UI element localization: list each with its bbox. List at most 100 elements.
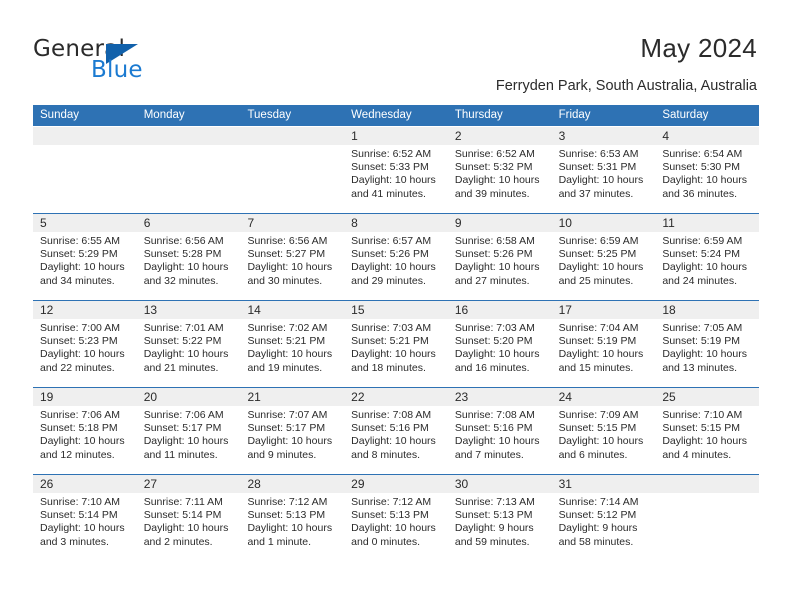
- day-number[interactable]: 3: [552, 127, 656, 145]
- day-number-row: 26 27 28 29 30 31: [33, 475, 759, 493]
- day-number[interactable]: 7: [240, 214, 344, 232]
- day-number[interactable]: 25: [655, 388, 759, 406]
- day-detail-row: Sunrise: 7:00 AM Sunset: 5:23 PM Daylight:…: [33, 319, 759, 387]
- sunset-text: Sunset: 5:31 PM: [558, 161, 637, 174]
- day-number[interactable]: 24: [552, 388, 656, 406]
- daylight-text: Daylight: 10 hours and 12 minutes.: [40, 435, 125, 461]
- day-number-row: 1234: [33, 127, 759, 145]
- day-cell[interactable]: Sunrise: 7:05 AM Sunset: 5:19 PM Daylight:…: [655, 319, 759, 387]
- day-cell[interactable]: Sunrise: 7:03 AM Sunset: 5:21 PM Daylight:…: [344, 319, 448, 387]
- sunset-text: Sunset: 5:19 PM: [558, 335, 637, 348]
- day-number[interactable]: 2: [448, 127, 552, 145]
- day-cell[interactable]: Sunrise: 7:12 AM Sunset: 5:13 PM Daylight:…: [240, 493, 344, 561]
- day-cell[interactable]: Sunrise: 7:07 AM Sunset: 5:17 PM Daylight:…: [240, 406, 344, 474]
- day-cell[interactable]: Sunrise: 7:06 AM Sunset: 5:18 PM Daylight:…: [33, 406, 137, 474]
- sunrise-text: Sunrise: 7:01 AM: [143, 322, 224, 334]
- day-cell[interactable]: Sunrise: 6:56 AM Sunset: 5:27 PM Daylight:…: [240, 232, 344, 300]
- day-number[interactable]: 20: [137, 388, 241, 406]
- sunrise-text: Sunrise: 6:56 AM: [247, 235, 328, 247]
- day-cell[interactable]: Sunrise: 7:10 AM Sunset: 5:15 PM Daylight:…: [655, 406, 759, 474]
- sunset-text: Sunset: 5:27 PM: [247, 248, 326, 261]
- weekday-header-row: Sunday Monday Tuesday Wednesday Thursday…: [33, 105, 759, 126]
- day-cell[interactable]: Sunrise: 6:52 AM Sunset: 5:33 PM Daylight:…: [344, 145, 448, 213]
- sunrise-text: Sunrise: 7:08 AM: [454, 409, 535, 421]
- day-number[interactable]: 15: [344, 301, 448, 319]
- day-cell[interactable]: Sunrise: 7:08 AM Sunset: 5:16 PM Daylight:…: [448, 406, 552, 474]
- day-cell[interactable]: Sunrise: 6:59 AM Sunset: 5:24 PM Daylight:…: [655, 232, 759, 300]
- day-cell[interactable]: Sunrise: 7:10 AM Sunset: 5:14 PM Daylight:…: [33, 493, 137, 561]
- day-number[interactable]: 26: [33, 475, 137, 493]
- day-cell[interactable]: Sunrise: 6:58 AM Sunset: 5:26 PM Daylight:…: [448, 232, 552, 300]
- day-detail-row: Sunrise: 6:55 AM Sunset: 5:29 PM Daylight:…: [33, 232, 759, 300]
- sunrise-text: Sunrise: 7:09 AM: [558, 409, 639, 421]
- calendar-week-row: 12 13 14 15 16 17 18 Sunrise: 7:00 AM Sunset: 5:…: [33, 300, 759, 387]
- day-cell[interactable]: Sunrise: 7:01 AM Sunset: 5:22 PM Daylight:…: [137, 319, 241, 387]
- day-number[interactable]: 19: [33, 388, 137, 406]
- sunrise-text: Sunrise: 7:12 AM: [351, 496, 432, 508]
- day-number[interactable]: 17: [552, 301, 656, 319]
- day-number-row: 5 6 7 8 9 10 11: [33, 214, 759, 232]
- day-cell[interactable]: Sunrise: 7:14 AM Sunset: 5:12 PM Daylight:…: [552, 493, 656, 561]
- day-cell[interactable]: Sunrise: 7:08 AM Sunset: 5:16 PM Daylight:…: [344, 406, 448, 474]
- day-number[interactable]: 11: [655, 214, 759, 232]
- sunrise-text: Sunrise: 6:59 AM: [662, 235, 743, 247]
- day-number[interactable]: 18: [655, 301, 759, 319]
- daylight-text: Daylight: 10 hours and 8 minutes.: [351, 435, 436, 461]
- daylight-text: Daylight: 10 hours and 13 minutes.: [662, 348, 747, 374]
- day-cell[interactable]: Sunrise: 6:57 AM Sunset: 5:26 PM Daylight:…: [344, 232, 448, 300]
- sunrise-text: Sunrise: 7:07 AM: [247, 409, 328, 421]
- day-number[interactable]: 30: [448, 475, 552, 493]
- day-number[interactable]: 14: [240, 301, 344, 319]
- day-number[interactable]: 10: [552, 214, 656, 232]
- weekday-header-wednesday: Wednesday: [351, 109, 412, 121]
- daylight-text: Daylight: 10 hours and 21 minutes.: [143, 348, 229, 374]
- sunset-text: Sunset: 5:26 PM: [351, 248, 429, 261]
- day-number[interactable]: 21: [240, 388, 344, 406]
- day-cell[interactable]: Sunrise: 7:11 AM Sunset: 5:14 PM Daylight:…: [137, 493, 241, 561]
- day-number-row: 19 20 21 22 23 24 25: [33, 388, 759, 406]
- weekday-header-thursday: Thursday: [454, 109, 503, 121]
- day-number[interactable]: 27: [137, 475, 241, 493]
- sunset-text: Sunset: 5:15 PM: [662, 422, 740, 435]
- day-cell[interactable]: Sunrise: 7:06 AM Sunset: 5:17 PM Daylight:…: [137, 406, 241, 474]
- day-number[interactable]: 4: [655, 127, 759, 145]
- day-cell[interactable]: Sunrise: 7:09 AM Sunset: 5:15 PM Daylight:…: [552, 406, 656, 474]
- day-number[interactable]: 9: [448, 214, 552, 232]
- daylight-text: Daylight: 9 hours and 58 minutes.: [558, 522, 638, 548]
- day-cell[interactable]: Sunrise: 7:02 AM Sunset: 5:21 PM Daylight:…: [240, 319, 344, 387]
- day-number[interactable]: 12: [33, 301, 137, 319]
- daylight-text: Daylight: 10 hours and 2 minutes.: [143, 522, 229, 548]
- day-number[interactable]: 5: [33, 214, 137, 232]
- day-number[interactable]: 28: [240, 475, 344, 493]
- sunrise-text: Sunrise: 6:55 AM: [40, 235, 120, 247]
- day-number[interactable]: 6: [137, 214, 241, 232]
- day-number[interactable]: 8: [344, 214, 448, 232]
- sunset-text: Sunset: 5:13 PM: [454, 509, 533, 522]
- day-number[interactable]: 29: [344, 475, 448, 493]
- day-number[interactable]: 23: [448, 388, 552, 406]
- day-number[interactable]: 22: [344, 388, 448, 406]
- day-number[interactable]: 31: [552, 475, 656, 493]
- day-cell[interactable]: Sunrise: 6:56 AM Sunset: 5:28 PM Daylight:…: [137, 232, 241, 300]
- day-number[interactable]: 1: [344, 127, 448, 145]
- day-cell[interactable]: Sunrise: 7:00 AM Sunset: 5:23 PM Daylight:…: [33, 319, 137, 387]
- day-cell[interactable]: Sunrise: 7:03 AM Sunset: 5:20 PM Daylight:…: [448, 319, 552, 387]
- sunset-text: Sunset: 5:17 PM: [247, 422, 326, 435]
- daylight-text: Daylight: 9 hours and 59 minutes.: [454, 522, 534, 548]
- day-cell[interactable]: Sunrise: 6:54 AM Sunset: 5:30 PM Daylight:…: [655, 145, 759, 213]
- sunset-text: Sunset: 5:18 PM: [40, 422, 118, 435]
- day-cell: [240, 145, 344, 213]
- day-number: [137, 127, 241, 145]
- daylight-text: Daylight: 10 hours and 0 minutes.: [351, 522, 436, 548]
- day-cell[interactable]: Sunrise: 7:13 AM Sunset: 5:13 PM Daylight:…: [448, 493, 552, 561]
- day-cell[interactable]: Sunrise: 7:12 AM Sunset: 5:13 PM Daylight:…: [344, 493, 448, 561]
- sunset-text: Sunset: 5:13 PM: [351, 509, 429, 522]
- day-number[interactable]: 16: [448, 301, 552, 319]
- sunrise-text: Sunrise: 7:02 AM: [247, 322, 328, 334]
- day-cell[interactable]: Sunrise: 6:53 AM Sunset: 5:31 PM Daylight:…: [552, 145, 656, 213]
- day-cell[interactable]: Sunrise: 6:52 AM Sunset: 5:32 PM Daylight:…: [448, 145, 552, 213]
- day-number[interactable]: 13: [137, 301, 241, 319]
- day-cell[interactable]: Sunrise: 7:04 AM Sunset: 5:19 PM Daylight:…: [552, 319, 656, 387]
- day-cell[interactable]: Sunrise: 6:59 AM Sunset: 5:25 PM Daylight:…: [552, 232, 656, 300]
- day-cell[interactable]: Sunrise: 6:55 AM Sunset: 5:29 PM Daylight:…: [33, 232, 137, 300]
